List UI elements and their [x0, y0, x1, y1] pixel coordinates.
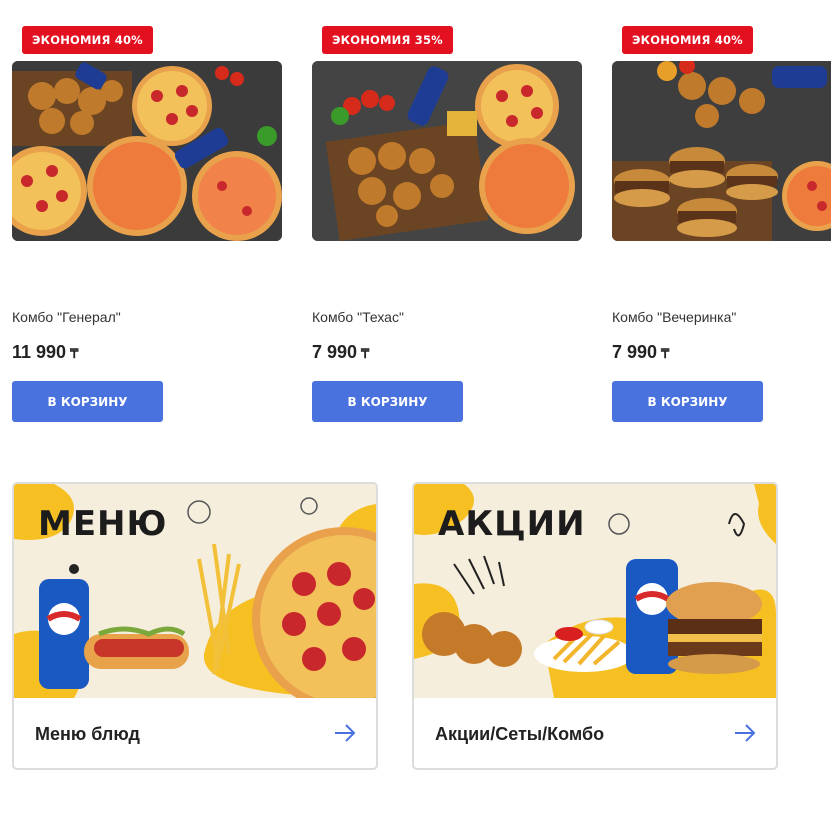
product-card[interactable]: ЭКОНОМИЯ 40% Комбо "Генерал" 11 990 ₸ В К…	[12, 0, 282, 430]
category-tile-promotions[interactable]: АКЦИИ Акции/Сеты/Комбо	[412, 482, 778, 770]
price-value: 11 990	[12, 342, 67, 362]
product-name[interactable]: Комбо "Генерал"	[12, 309, 121, 325]
banner-title: АКЦИИ	[438, 504, 586, 544]
product-price: 7 990 ₸	[612, 342, 669, 363]
product-image[interactable]	[312, 61, 582, 241]
product-image[interactable]	[12, 61, 282, 241]
banner-title: МЕНЮ	[38, 504, 168, 544]
product-card[interactable]: ЭКОНОМИЯ 40% Комбо "Вечеринка" 7 990 ₸ В …	[612, 0, 831, 430]
product-price: 7 990 ₸	[312, 342, 369, 363]
category-label[interactable]: Акции/Сеты/Комбо	[435, 724, 604, 745]
category-label[interactable]: Меню блюд	[35, 724, 140, 745]
price-value: 7 990	[312, 342, 358, 362]
arrow-right-icon[interactable]	[332, 720, 358, 746]
product-card[interactable]: ЭКОНОМИЯ 35% Комбо "Техас" 7 990 ₸ В КОРЗ…	[312, 0, 582, 430]
promotions-banner[interactable]: АКЦИИ	[414, 484, 776, 698]
arrow-right-icon[interactable]	[732, 720, 758, 746]
currency-symbol: ₸	[70, 346, 79, 361]
price-value: 7 990	[612, 342, 658, 362]
product-image[interactable]	[612, 61, 831, 241]
discount-badge: ЭКОНОМИЯ 40%	[22, 26, 153, 54]
currency-symbol: ₸	[661, 346, 670, 361]
product-name[interactable]: Комбо "Вечеринка"	[612, 309, 736, 325]
currency-symbol: ₸	[361, 346, 370, 361]
category-tile-menu[interactable]: МЕНЮ Меню блюд	[12, 482, 378, 770]
add-to-cart-button[interactable]: В КОРЗИНУ	[312, 381, 463, 422]
product-price: 11 990 ₸	[12, 342, 78, 363]
menu-banner[interactable]: МЕНЮ	[14, 484, 376, 698]
add-to-cart-button[interactable]: В КОРЗИНУ	[12, 381, 163, 422]
discount-badge: ЭКОНОМИЯ 35%	[322, 26, 453, 54]
add-to-cart-button[interactable]: В КОРЗИНУ	[612, 381, 763, 422]
product-name[interactable]: Комбо "Техас"	[312, 309, 404, 325]
discount-badge: ЭКОНОМИЯ 40%	[622, 26, 753, 54]
